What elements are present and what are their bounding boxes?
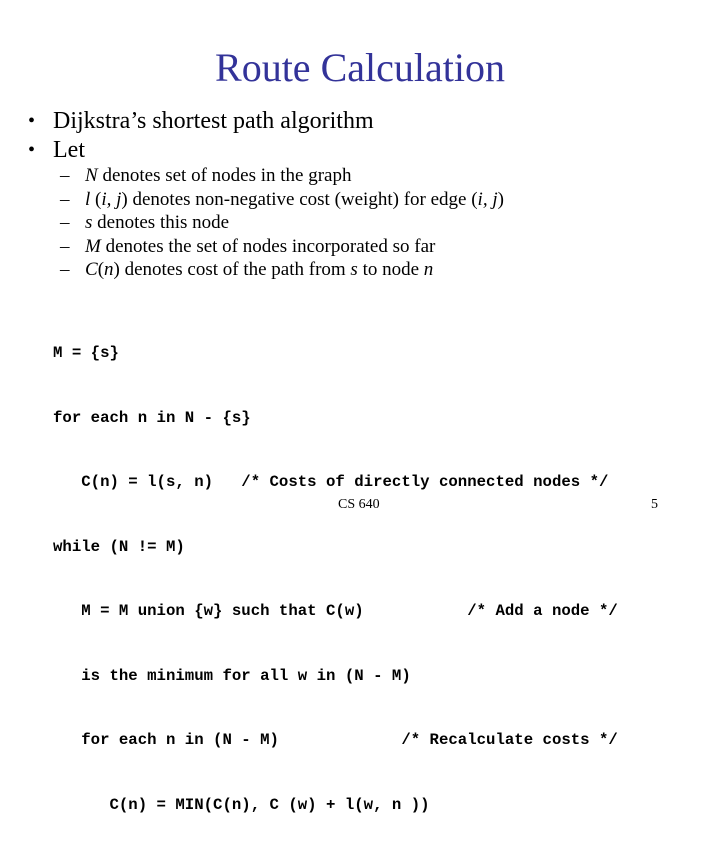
- dash-marker: –: [60, 259, 70, 280]
- definition-text: N denotes set of nodes in the graph: [85, 165, 352, 186]
- definition-text: s denotes this node: [85, 212, 230, 233]
- variable: N: [85, 165, 98, 186]
- definition-text: M denotes the set of nodes incorporated …: [85, 235, 436, 257]
- dash-marker: –: [60, 188, 70, 210]
- code-line: M = {s}: [53, 344, 119, 362]
- slide: Route Calculation • Dijkstra’s shortest …: [0, 0, 720, 814]
- code-line: for each n in (N - M) /* Recalculate cos…: [53, 731, 618, 749]
- footer-course: CS 640: [338, 497, 380, 512]
- bullet-text: Let: [53, 137, 85, 163]
- definition-text: C(n) denotes cost of the path from s to …: [85, 259, 434, 280]
- code-line: C(n) = l(s, n) /* Costs of directly conn…: [53, 473, 609, 491]
- bullet-marker: •: [28, 110, 36, 132]
- dash-marker: –: [60, 212, 70, 233]
- bullet-text: Dijkstra’s shortest path algorithm: [53, 108, 374, 134]
- variable: M: [85, 235, 101, 257]
- code-line: is the minimum for all w in (N - M): [53, 666, 411, 685]
- variable: C: [85, 259, 98, 280]
- definition-text: l (i, j) denotes non-negative cost (weig…: [85, 188, 504, 210]
- dash-marker: –: [60, 235, 70, 257]
- dash-marker: –: [60, 165, 70, 186]
- bullet-marker: •: [28, 139, 36, 161]
- code-line: C(n) = MIN(C(n), C (w) + l(w, n )): [53, 795, 430, 814]
- code-line: M = M union {w} such that C(w) /* Add a …: [53, 602, 618, 620]
- slide-title: Route Calculation: [215, 45, 505, 90]
- code-line: for each n in N - {s}: [53, 408, 251, 427]
- footer-page-number: 5: [651, 497, 658, 512]
- pseudocode-block: M = {s} for each n in N - {s} C(n) = l(s…: [53, 300, 618, 859]
